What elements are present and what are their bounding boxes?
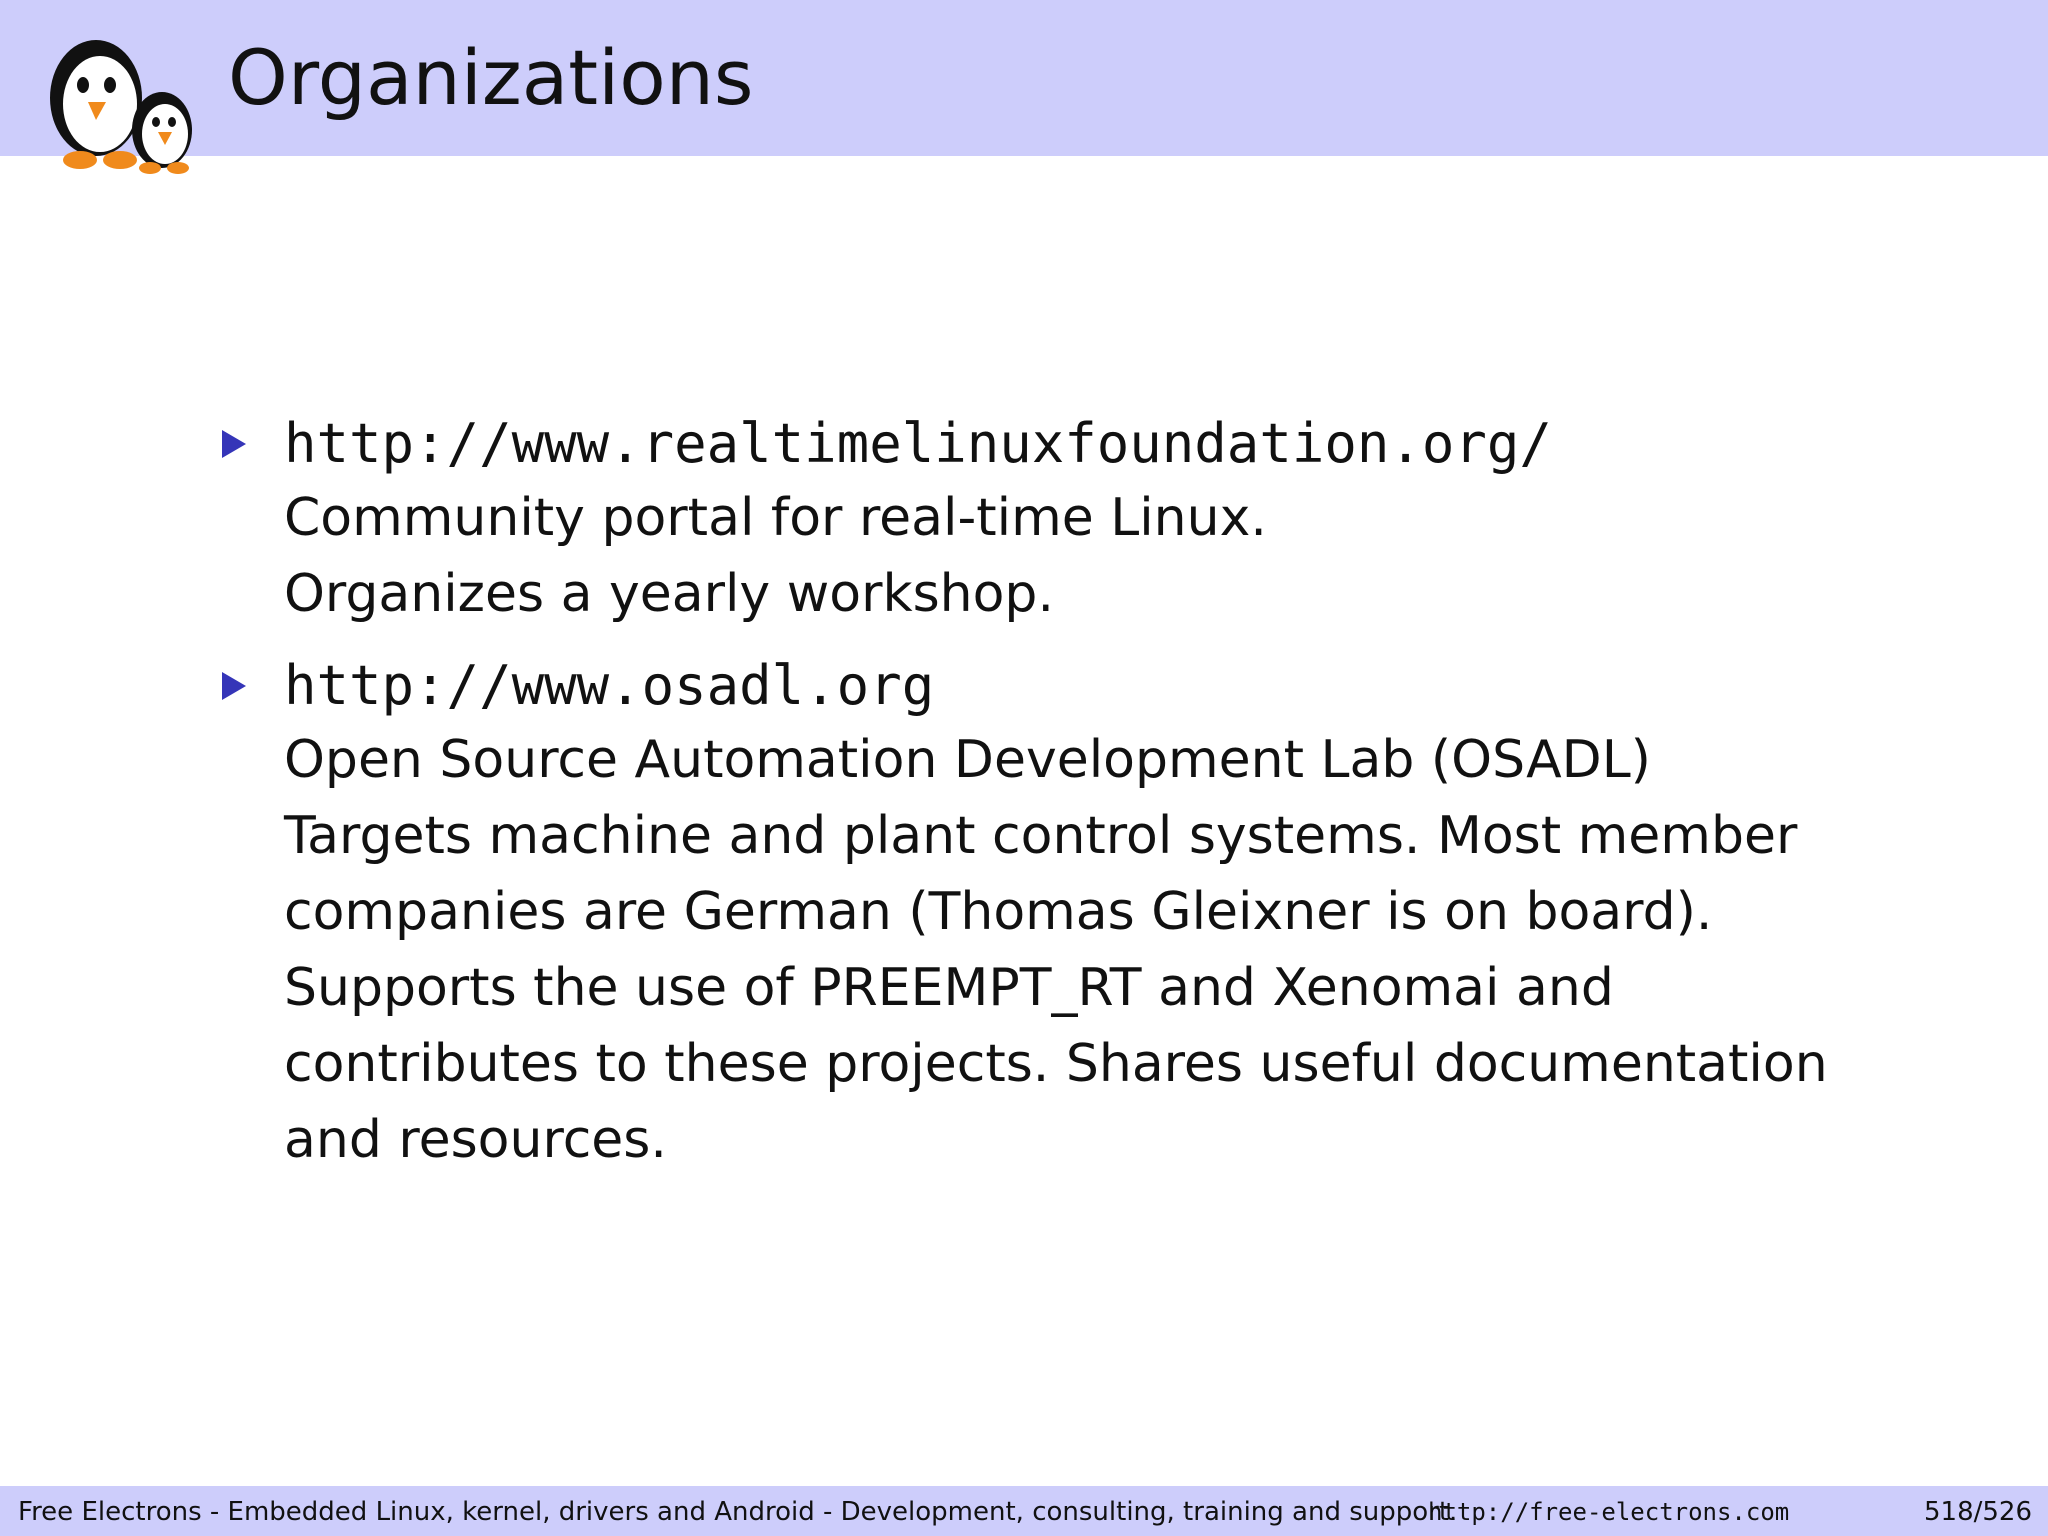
item-description-line: Supports the use of PREEMPT_RT and Xenom… bbox=[284, 958, 1614, 1018]
list-item-realtimelinuxfoundation: http://www.realtimelinuxfoundation.org/ … bbox=[220, 408, 1900, 632]
page-number: 518/526 bbox=[1923, 1497, 2032, 1527]
footer-link[interactable]: http://free-electrons.com bbox=[1428, 1496, 1789, 1528]
page-title: Organizations bbox=[228, 33, 754, 122]
triangle-bullet-icon bbox=[222, 430, 246, 458]
organizations-list: http://www.realtimelinuxfoundation.org/ … bbox=[220, 408, 1900, 1196]
item-description-line: contributes to these projects. Shares us… bbox=[284, 1034, 1828, 1094]
item-description-line: Community portal for real-time Linux. bbox=[284, 488, 1267, 548]
footer-bar: Free Electrons - Embedded Linux, kernel,… bbox=[0, 1486, 2048, 1536]
realtimelinuxfoundation-link[interactable]: http://www.realtimelinuxfoundation.org/ bbox=[284, 408, 1900, 480]
penguins-logo-icon bbox=[50, 40, 192, 174]
osadl-link[interactable]: http://www.osadl.org bbox=[284, 650, 1900, 722]
list-item-osadl: http://www.osadl.org Open Source Automat… bbox=[220, 650, 1900, 1178]
triangle-bullet-icon bbox=[222, 672, 246, 700]
item-description-line: companies are German (Thomas Gleixner is… bbox=[284, 882, 1713, 942]
item-description-line: Organizes a yearly workshop. bbox=[284, 564, 1054, 624]
footer-text: Free Electrons - Embedded Linux, kernel,… bbox=[18, 1497, 1458, 1527]
item-description-line: Open Source Automation Development Lab (… bbox=[284, 730, 1651, 790]
item-description-line: Targets machine and plant control system… bbox=[284, 806, 1798, 866]
item-description-line: and resources. bbox=[284, 1110, 667, 1170]
